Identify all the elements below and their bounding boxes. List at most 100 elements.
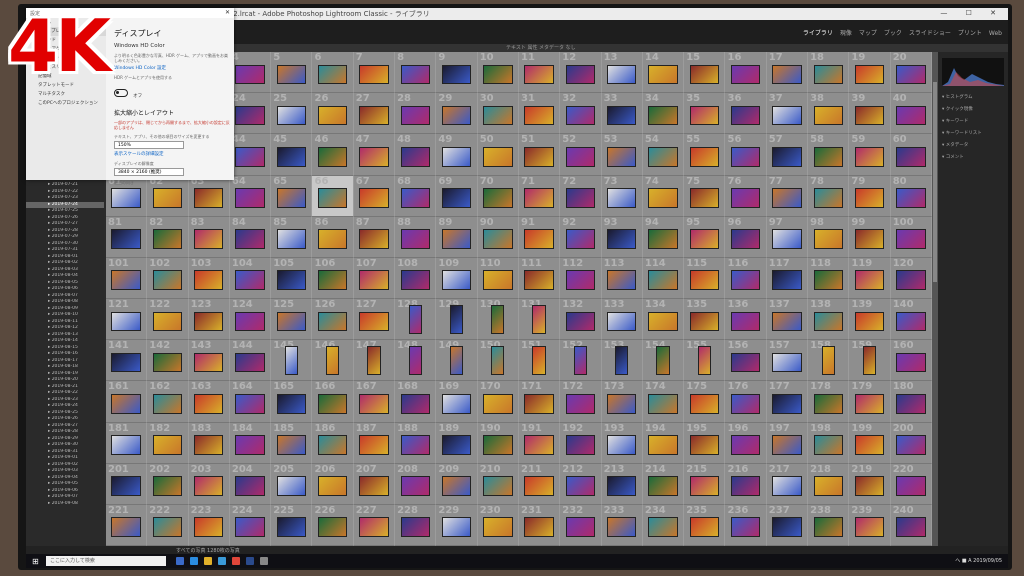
grid-cell[interactable]: 214 <box>642 463 685 505</box>
photo-thumbnail[interactable] <box>773 518 801 537</box>
photo-thumbnail[interactable] <box>360 230 388 248</box>
photo-thumbnail[interactable] <box>897 65 925 84</box>
grid-cell[interactable]: 155 <box>684 340 726 382</box>
grid-cell[interactable]: 66 <box>312 175 354 217</box>
grid-cell[interactable]: 148 <box>395 340 437 382</box>
grid-cell[interactable]: 94 <box>642 216 685 258</box>
grid-cell[interactable]: 176 <box>725 381 767 423</box>
photo-thumbnail[interactable] <box>112 312 140 331</box>
photo-thumbnail[interactable] <box>814 106 842 125</box>
photo-thumbnail[interactable] <box>608 477 636 495</box>
taskview-icon[interactable] <box>176 557 184 565</box>
photo-thumbnail[interactable] <box>773 353 801 372</box>
grid-cell[interactable]: 217 <box>766 463 809 505</box>
photo-thumbnail[interactable] <box>773 230 801 248</box>
grid-cell[interactable]: 109 <box>436 257 478 299</box>
photo-thumbnail[interactable] <box>897 106 925 125</box>
grid-cell[interactable]: 64 <box>229 175 272 217</box>
grid-cell[interactable]: 209 <box>436 463 478 505</box>
grid-cell[interactable]: 138 <box>808 299 850 341</box>
grid-cell[interactable]: 85 <box>271 216 313 258</box>
grid-cell[interactable]: 170 <box>477 381 519 423</box>
store-icon[interactable] <box>218 557 226 565</box>
grid-cell[interactable]: 168 <box>395 381 437 423</box>
photo-thumbnail[interactable] <box>285 347 297 374</box>
grid-cell[interactable]: 112 <box>560 257 602 299</box>
photo-thumbnail[interactable] <box>855 230 884 248</box>
photo-thumbnail[interactable] <box>897 312 925 331</box>
grid-cell[interactable]: 235 <box>684 504 726 546</box>
photo-thumbnail[interactable] <box>277 271 306 290</box>
photo-thumbnail[interactable] <box>195 477 223 495</box>
grid-cell[interactable]: 78 <box>808 175 850 217</box>
grid-cell[interactable]: 89 <box>436 216 478 258</box>
photo-thumbnail[interactable] <box>442 394 471 413</box>
grid-cell[interactable]: 107 <box>353 257 396 299</box>
photo-thumbnail[interactable] <box>236 518 264 537</box>
grid-cell[interactable]: 100 <box>890 216 932 258</box>
grid-cell[interactable]: 104 <box>229 257 272 299</box>
window-controls[interactable]: — ☐ ✕ <box>940 9 1004 17</box>
photo-thumbnail[interactable] <box>153 230 182 248</box>
photo-thumbnail[interactable] <box>814 271 842 290</box>
photo-thumbnail[interactable] <box>608 436 636 454</box>
module-6[interactable]: Web <box>989 30 1002 37</box>
photo-thumbnail[interactable] <box>525 436 553 454</box>
grid-cell[interactable]: 84 <box>229 216 272 258</box>
photo-thumbnail[interactable] <box>401 271 429 290</box>
photo-thumbnail[interactable] <box>442 65 471 84</box>
grid-cell[interactable]: 222 <box>147 504 189 546</box>
photo-thumbnail[interactable] <box>566 230 595 248</box>
photo-thumbnail[interactable] <box>608 147 636 166</box>
grid-cell[interactable]: 86 <box>312 216 354 258</box>
photo-thumbnail[interactable] <box>566 518 595 537</box>
grid-cell[interactable]: 14 <box>642 52 685 94</box>
grid-cell[interactable]: 72 <box>560 175 602 217</box>
grid-cell[interactable]: 124 <box>229 299 272 341</box>
grid-cell[interactable]: 122 <box>147 299 189 341</box>
photo-thumbnail[interactable] <box>814 147 842 166</box>
grid-cell[interactable]: 97 <box>766 216 809 258</box>
grid-cell[interactable]: 233 <box>601 504 643 546</box>
photo-thumbnail[interactable] <box>731 230 760 248</box>
grid-cell[interactable]: 169 <box>436 381 478 423</box>
photo-thumbnail[interactable] <box>690 477 719 495</box>
grid-cell[interactable]: 232 <box>560 504 602 546</box>
photo-thumbnail[interactable] <box>401 436 429 454</box>
grid-cell[interactable]: 230 <box>477 504 519 546</box>
grid-cell[interactable]: 145 <box>271 340 313 382</box>
grid-cell[interactable]: 196 <box>725 422 767 464</box>
photo-thumbnail[interactable] <box>897 230 925 248</box>
grid-cell[interactable]: 208 <box>395 463 437 505</box>
grid-cell[interactable]: 179 <box>849 381 891 423</box>
photo-thumbnail[interactable] <box>566 189 595 207</box>
grid-cell[interactable]: 210 <box>477 463 519 505</box>
photo-thumbnail[interactable] <box>318 312 347 331</box>
photo-thumbnail[interactable] <box>690 518 719 537</box>
photo-thumbnail[interactable] <box>773 106 801 125</box>
grid-cell[interactable]: 191 <box>518 422 561 464</box>
grid-cell[interactable]: 175 <box>684 381 726 423</box>
photo-thumbnail[interactable] <box>814 394 842 413</box>
right-panel-section[interactable]: ▾ メタデータ <box>942 142 968 148</box>
grid-cell[interactable]: 119 <box>849 257 891 299</box>
photo-thumbnail[interactable] <box>318 477 347 495</box>
grid-cell[interactable]: 156 <box>725 340 767 382</box>
photo-thumbnail[interactable] <box>566 394 595 413</box>
photo-thumbnail[interactable] <box>236 106 264 125</box>
grid-cell[interactable]: 118 <box>808 257 850 299</box>
grid-cell[interactable]: 239 <box>849 504 891 546</box>
photo-thumbnail[interactable] <box>525 477 553 495</box>
photo-thumbnail[interactable] <box>360 271 388 290</box>
photo-thumbnail[interactable] <box>484 147 512 166</box>
grid-cell[interactable]: 218 <box>808 463 850 505</box>
photo-thumbnail[interactable] <box>525 230 553 248</box>
photo-thumbnail[interactable] <box>855 65 884 84</box>
photo-thumbnail[interactable] <box>484 518 512 537</box>
system-tray[interactable]: へ ■ A 2019/09/05 <box>955 557 1002 564</box>
photo-thumbnail[interactable] <box>649 147 677 166</box>
photo-thumbnail[interactable] <box>401 477 429 495</box>
grid-cell[interactable]: 149 <box>436 340 478 382</box>
grid-cell[interactable]: 76 <box>725 175 767 217</box>
photo-thumbnail[interactable] <box>897 436 925 454</box>
